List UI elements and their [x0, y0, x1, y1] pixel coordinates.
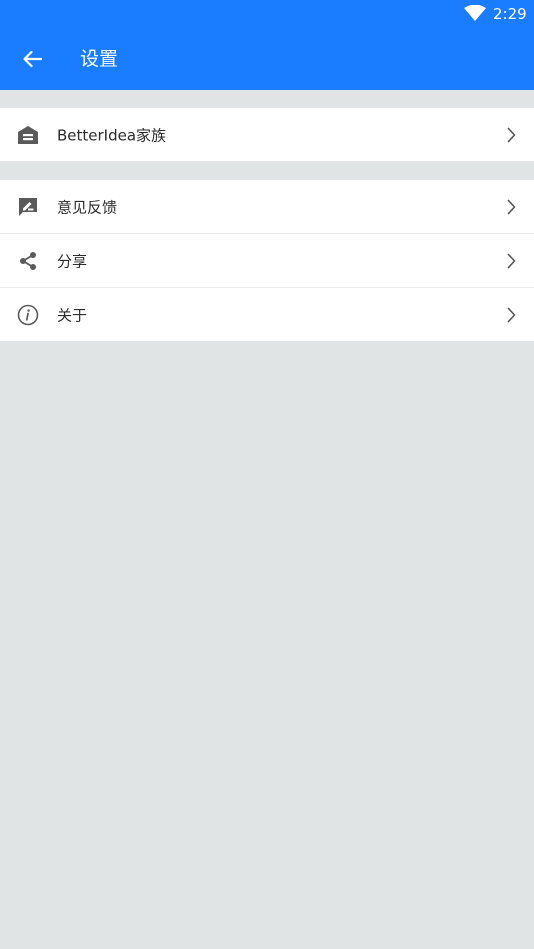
app-bar: 2:29 设置	[0, 0, 534, 90]
settings-group-misc: 意见反馈 分享 关于	[0, 180, 534, 341]
info-icon	[17, 304, 39, 326]
chevron-right-icon	[505, 127, 517, 143]
settings-item-feedback[interactable]: 意见反馈	[0, 180, 534, 233]
chevron-right-icon	[505, 199, 517, 215]
wifi-icon	[464, 5, 486, 21]
settings-group-family: BetterIdea家族	[0, 108, 534, 161]
settings-item-share[interactable]: 分享	[0, 233, 534, 287]
status-time: 2:29	[493, 5, 527, 23]
toolbar: 设置	[0, 28, 534, 90]
settings-item-label: 分享	[57, 252, 88, 270]
arrow-back-icon	[23, 50, 42, 68]
back-button[interactable]	[12, 39, 52, 79]
settings-item-label: 意见反馈	[57, 198, 118, 216]
home-icon	[17, 124, 39, 146]
chevron-right-icon	[505, 307, 517, 323]
status-bar: 2:29	[0, 0, 534, 28]
settings-item-label: BetterIdea家族	[57, 126, 167, 144]
chevron-right-icon	[505, 253, 517, 269]
settings-item-betteridea-family[interactable]: BetterIdea家族	[0, 108, 534, 161]
page-title: 设置	[80, 48, 119, 70]
feedback-icon	[17, 196, 39, 218]
share-icon	[17, 250, 39, 272]
settings-item-about[interactable]: 关于	[0, 287, 534, 341]
settings-item-label: 关于	[57, 306, 88, 324]
